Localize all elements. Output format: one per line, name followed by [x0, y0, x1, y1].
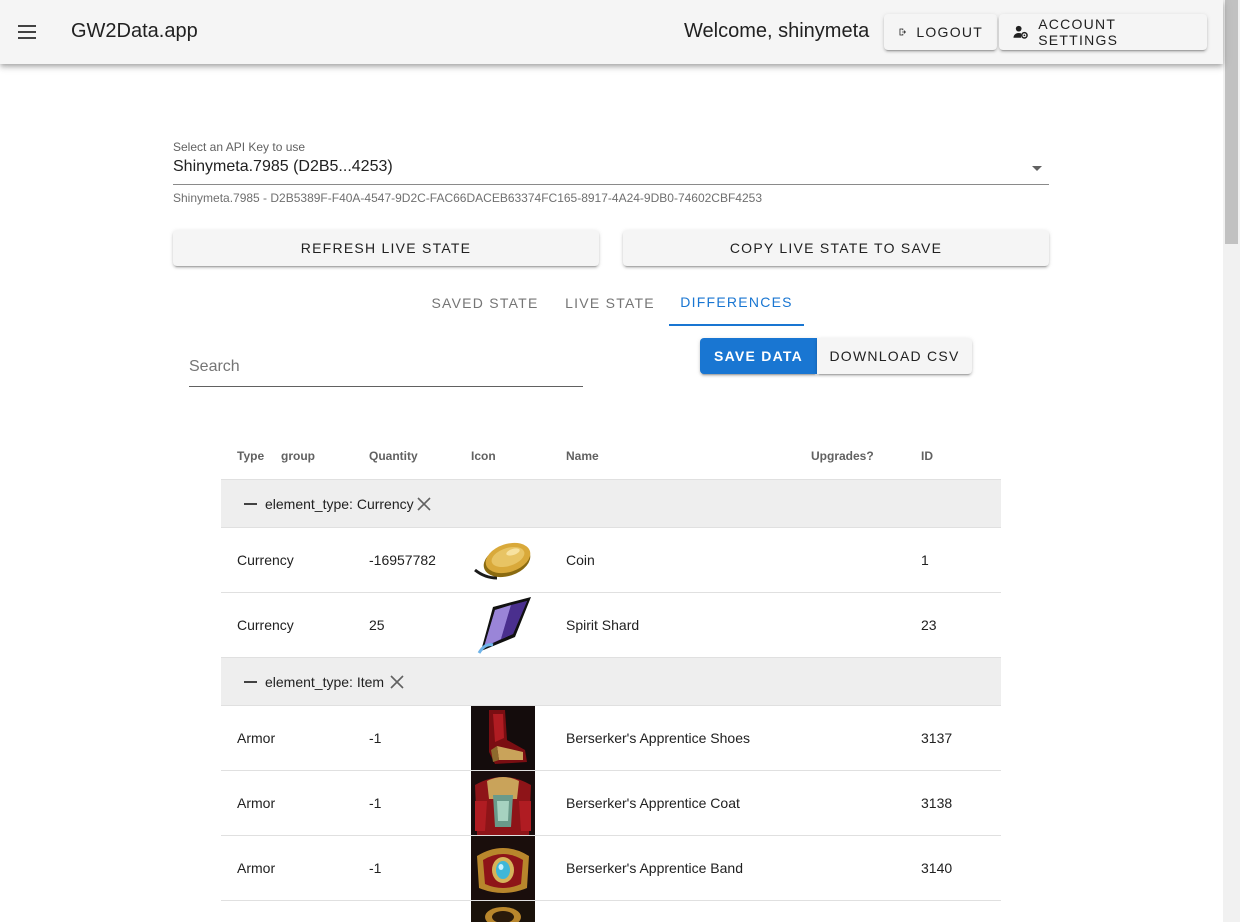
- api-key-value: Shinymeta.7985 (D2B5...4253): [173, 158, 393, 175]
- cell-type: Armor: [237, 795, 276, 811]
- cell-name: Coin: [566, 552, 595, 568]
- tab-live-state[interactable]: LIVE STATE: [551, 280, 669, 326]
- app-bar: GW2Data.app Welcome, shinymeta LOGOUT AC…: [0, 0, 1223, 64]
- cell-quantity: -16957782: [369, 552, 436, 568]
- table-header: Type group Quantity Icon Name Upgrades? …: [221, 432, 1001, 480]
- table-row: Armor -1 Berserker's Apprentice Coat 313…: [221, 771, 1001, 836]
- cell-id: 3140: [921, 860, 953, 876]
- cell-id: 3137: [921, 730, 953, 746]
- logout-button[interactable]: LOGOUT: [884, 14, 997, 50]
- collapse-icon[interactable]: [244, 503, 257, 505]
- api-key-label: Select an API Key to use: [173, 140, 306, 154]
- col-upgrades[interactable]: Upgrades?: [811, 449, 874, 463]
- api-key-hint: Shinymeta.7985 - D2B5389F-F40A-4547-9D2C…: [173, 191, 763, 205]
- shoes-icon: [471, 706, 535, 770]
- cell-id: 23: [921, 617, 937, 633]
- menu-icon[interactable]: [15, 20, 39, 44]
- api-key-select[interactable]: Shinymeta.7985 (D2B5...4253): [173, 154, 1049, 185]
- group-label: element_type: Currency: [265, 496, 414, 512]
- cell-type: Currency: [237, 617, 294, 633]
- table-row: Currency -16957782 Coin 1: [221, 528, 1001, 593]
- cell-name: Berserker's Apprentice Coat: [566, 795, 740, 811]
- cell-name: Berserker's Apprentice Shoes: [566, 730, 750, 746]
- scrollbar[interactable]: [1223, 0, 1240, 922]
- table-row: [221, 901, 1001, 922]
- cell-quantity: -1: [369, 860, 382, 876]
- close-icon[interactable]: [416, 496, 432, 512]
- item-icon: [471, 901, 535, 922]
- search-input[interactable]: [189, 358, 583, 376]
- account-settings-button[interactable]: ACCOUNT SETTINGS: [999, 14, 1207, 50]
- collapse-icon[interactable]: [244, 681, 257, 683]
- band-icon: [471, 836, 535, 900]
- cell-quantity: 25: [369, 617, 385, 633]
- table-row: Armor -1 Berserker's Apprentice Shoes 31…: [221, 706, 1001, 771]
- cell-name: Spirit Shard: [566, 617, 640, 633]
- copy-live-state-button[interactable]: COPY LIVE STATE TO SAVE: [623, 230, 1049, 266]
- cell-id: 3138: [921, 795, 953, 811]
- scrollbar-thumb[interactable]: [1225, 0, 1238, 244]
- group-row-currency: element_type: Currency: [221, 480, 1001, 528]
- group-row-item: element_type: Item: [221, 658, 1001, 706]
- user-gear-icon: [1013, 25, 1028, 39]
- coin-icon: [474, 542, 531, 580]
- cell-quantity: -1: [369, 795, 382, 811]
- coat-icon: [471, 771, 535, 835]
- account-settings-label: ACCOUNT SETTINGS: [1038, 16, 1119, 48]
- refresh-live-state-button[interactable]: REFRESH LIVE STATE: [173, 230, 599, 266]
- download-csv-button[interactable]: DOWNLOAD CSV: [817, 338, 972, 374]
- tab-saved-state[interactable]: SAVED STATE: [419, 280, 551, 326]
- logout-label: LOGOUT: [916, 24, 983, 40]
- col-group[interactable]: group: [281, 449, 315, 463]
- cell-id: 1: [921, 552, 929, 568]
- group-label: element_type: Item: [265, 674, 385, 690]
- cell-name: Berserker's Apprentice Band: [566, 860, 743, 876]
- col-quantity[interactable]: Quantity: [369, 449, 418, 463]
- col-name[interactable]: Name: [566, 449, 599, 463]
- col-id[interactable]: ID: [921, 449, 933, 463]
- cell-type: Armor: [237, 730, 276, 746]
- save-data-button[interactable]: SAVE DATA: [700, 338, 817, 374]
- close-icon[interactable]: [389, 674, 405, 690]
- table-row: Currency 25 Spirit Shard 23: [221, 593, 1001, 658]
- col-type[interactable]: Type: [237, 449, 264, 463]
- table-row: Armor -1 Berserker's Apprentice Band 314…: [221, 836, 1001, 901]
- cell-quantity: -1: [369, 730, 382, 746]
- cell-type: Currency: [237, 552, 294, 568]
- spirit-shard-icon: [477, 597, 531, 654]
- cell-type: Armor: [237, 860, 276, 876]
- welcome-text: Welcome, shinymeta: [684, 20, 870, 42]
- col-icon: Icon: [471, 449, 496, 463]
- search-field: [189, 354, 583, 387]
- chevron-down-icon: [1032, 166, 1042, 171]
- logout-icon: [899, 28, 906, 36]
- app-title[interactable]: GW2Data.app: [71, 20, 198, 43]
- differences-table: Type group Quantity Icon Name Upgrades? …: [221, 432, 1001, 922]
- tab-differences[interactable]: DIFFERENCES: [669, 280, 804, 326]
